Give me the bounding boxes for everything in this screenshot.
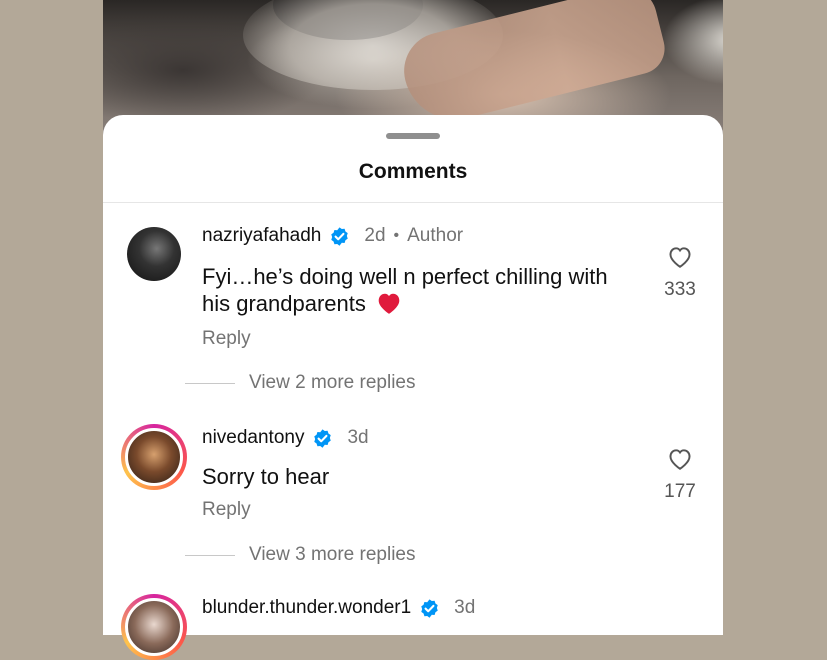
- reply-button[interactable]: Reply: [202, 499, 251, 521]
- comment-text: Fyi…he’s doing well n perfect chilling w…: [202, 263, 632, 317]
- verified-badge-icon: [421, 598, 438, 618]
- avatar[interactable]: [121, 424, 187, 490]
- view-more-replies[interactable]: View 2 more replies: [185, 372, 416, 394]
- username[interactable]: nazriyafahadh: [202, 225, 321, 247]
- like-group: 333: [655, 245, 705, 301]
- avatar[interactable]: [121, 594, 187, 660]
- avatar[interactable]: [127, 227, 181, 281]
- view-replies-label[interactable]: View 3 more replies: [249, 544, 416, 566]
- heart-outline-icon[interactable]: [667, 245, 693, 269]
- avatar-image: [125, 428, 183, 486]
- red-heart-icon: [378, 293, 400, 314]
- timestamp: 3d: [347, 427, 369, 448]
- header-divider: [103, 202, 723, 203]
- timestamp: 3d: [454, 597, 476, 618]
- comment-meta: nazriyafahadh 2d • Author: [202, 225, 463, 247]
- verified-badge-icon: [314, 428, 332, 448]
- like-count: 333: [664, 279, 696, 300]
- username[interactable]: blunder.thunder.wonder1: [202, 597, 411, 619]
- author-tag: Author: [407, 225, 464, 246]
- view-more-replies[interactable]: View 3 more replies: [185, 544, 416, 566]
- comments-sheet: Comments nazriyafahadh 2d • Author Fyi…h…: [103, 115, 723, 660]
- view-replies-label[interactable]: View 2 more replies: [249, 372, 416, 394]
- replies-line: [185, 382, 235, 384]
- timestamp: 2d: [364, 225, 386, 246]
- heart-outline-icon[interactable]: [667, 447, 693, 471]
- avatar-image: [125, 598, 183, 656]
- sheet-title: Comments: [358, 160, 468, 183]
- reply-button[interactable]: Reply: [202, 328, 251, 350]
- comment-meta: nivedantony 3d: [202, 427, 369, 449]
- meta-separator: •: [393, 227, 400, 244]
- comment-meta: blunder.thunder.wonder1 3d: [202, 597, 475, 619]
- drag-handle[interactable]: [386, 133, 440, 139]
- like-count: 177: [664, 481, 696, 502]
- comment-text: Sorry to hear: [202, 464, 330, 489]
- comment-body: Fyi…he’s doing well n perfect chilling w…: [202, 264, 608, 316]
- verified-badge-icon: [331, 226, 349, 246]
- like-group: 177: [655, 447, 705, 503]
- replies-line: [185, 554, 235, 556]
- username[interactable]: nivedantony: [202, 427, 304, 449]
